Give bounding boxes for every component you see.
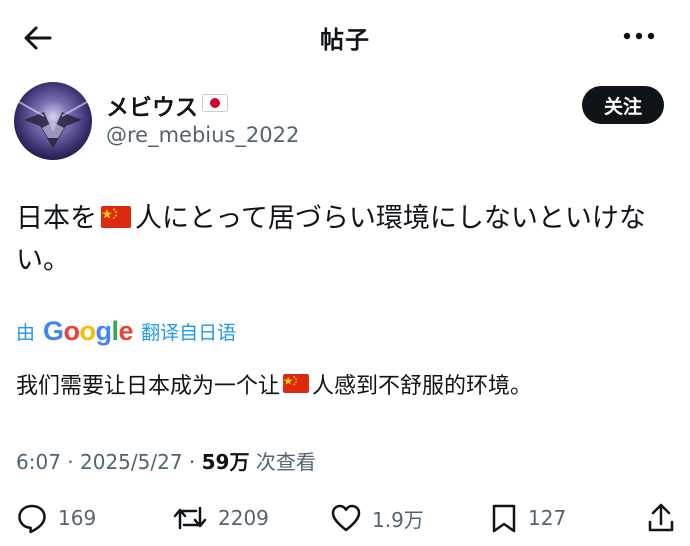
translate-suffix: 翻译自日语 [141,322,237,344]
view-label: 次查看 [249,450,316,474]
translate-prefix: 由 [16,322,36,344]
translation-attribution[interactable]: 由 Google 翻译自日语 [16,316,236,347]
follow-button[interactable]: 关注 [582,86,664,124]
reply-icon [16,502,48,534]
repost-icon [172,502,208,534]
like-button[interactable]: 1.9万 [330,500,424,536]
like-count: 1.9万 [372,507,424,532]
reply-button[interactable]: 169 [16,500,96,536]
view-count: 59万 [201,450,250,474]
china-flag-icon [283,370,309,404]
translated-text: 我们需要让日本成为一个让 人感到不舒服的环境。 [16,370,532,404]
post-text: 日本を 人にとって居づらい環境にしないといけない。 [16,198,676,281]
china-flag-icon [101,199,131,240]
bookmark-count: 127 [528,506,567,530]
google-logo: Google [43,316,134,346]
bookmark-button[interactable]: 127 [490,500,566,536]
avatar[interactable] [14,82,92,160]
share-button[interactable] [646,500,676,536]
reply-count: 169 [58,506,97,530]
meta-separator: · [182,450,202,474]
meta-separator: · [60,450,80,474]
bookmark-icon [490,502,518,534]
post-meta: 6:07 · 2025/5/27 · 59万 次查看 [16,446,316,475]
repost-count: 2209 [218,506,269,530]
author-name-row[interactable]: メビウス [106,88,228,122]
post-text-part1: 日本を [16,203,97,234]
translated-part2: 人感到不舒服的环境。 [312,374,533,399]
post-time[interactable]: 6:07 [16,450,61,474]
heart-icon [330,502,362,534]
translated-part1: 我们需要让日本成为一个让 [16,374,281,399]
share-icon [646,502,676,534]
author-name[interactable]: メビウス [106,88,198,122]
more-options-icon[interactable] [620,24,660,48]
repost-button[interactable]: 2209 [172,500,269,536]
japan-flag-icon [202,92,228,118]
page-title: 帖子 [320,26,370,54]
post-date[interactable]: 2025/5/27 [80,450,183,474]
author-handle[interactable]: @re_mebius_2022 [106,123,299,147]
